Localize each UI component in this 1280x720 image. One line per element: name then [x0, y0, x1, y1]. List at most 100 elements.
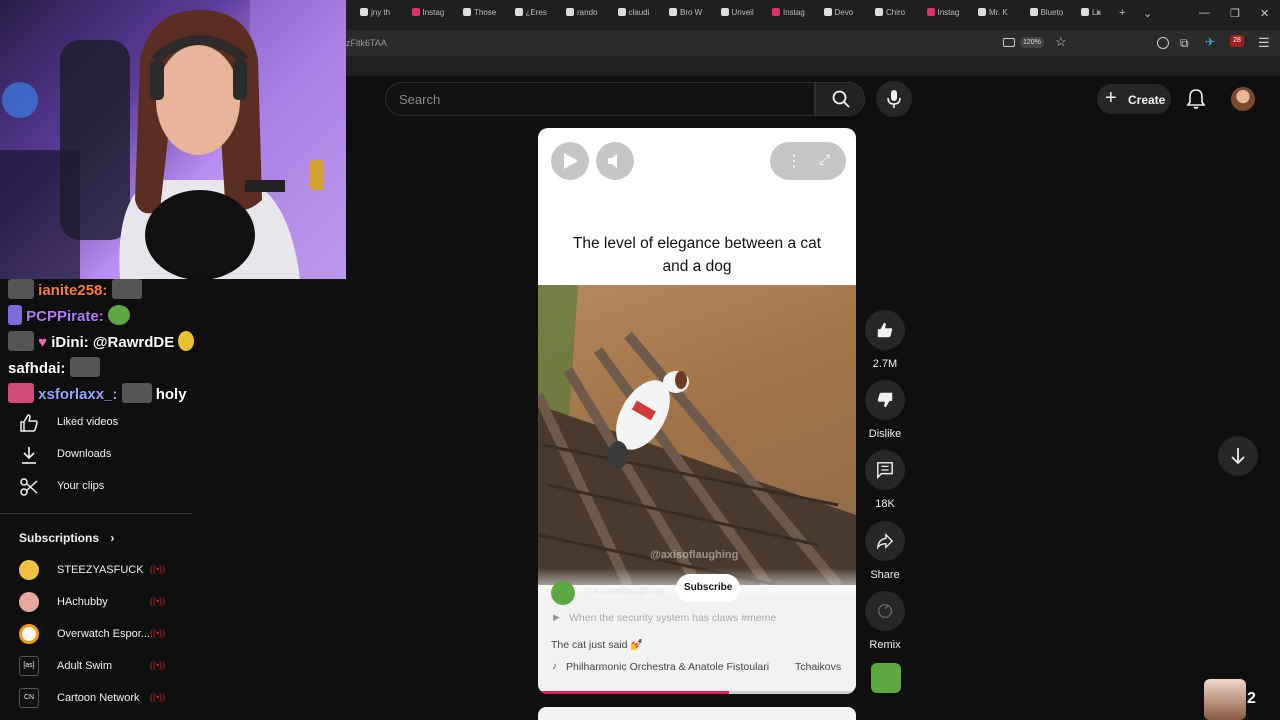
sidebar-item-your-clips[interactable]: Your clips [0, 470, 190, 502]
chat-username: PCPPirate: [26, 308, 104, 325]
menu-icon[interactable]: ☰ [1258, 35, 1270, 51]
browser-tab[interactable]: Those [463, 8, 509, 22]
browser-tab-label: Chiro [886, 8, 906, 17]
subscription-item[interactable]: CN Cartoon Network ((•)) [0, 682, 190, 714]
profile-icon[interactable] [1157, 37, 1169, 49]
more-options-icon[interactable]: ⋮ [786, 151, 802, 171]
live-icon: ((•)) [150, 660, 166, 670]
bookmark-star-icon[interactable]: ☆ [1055, 34, 1067, 50]
tab-list-icon[interactable]: ⌄ [1143, 7, 1152, 20]
share-icon [876, 533, 894, 550]
related-video-title[interactable]: When the security system has claws #meme [569, 612, 776, 624]
channel-avatar [19, 592, 39, 612]
extension-badge-icon[interactable]: 28 [1230, 35, 1244, 47]
voice-search-button[interactable] [876, 81, 912, 117]
search-button[interactable] [815, 82, 865, 116]
share-action[interactable]: Share [864, 521, 906, 581]
browser-tab-bar: jny th Instag Those ¿Eres rando claudi Bro W Un… [346, 0, 1280, 30]
subscribe-button[interactable]: Subscribe [676, 574, 741, 602]
webcam-image [0, 0, 346, 279]
browser-tab[interactable]: Instag [772, 8, 818, 22]
comments-button[interactable] [865, 450, 905, 490]
sound-avatar[interactable] [871, 663, 901, 693]
subscription-item[interactable]: HAchubby ((•)) [0, 586, 190, 618]
next-short-card[interactable] [538, 707, 856, 720]
chat-message: safhdai: [8, 357, 100, 377]
sidebar-divider [0, 513, 192, 514]
dislike-button[interactable] [865, 380, 905, 420]
remix-action[interactable]: Remix [864, 591, 906, 651]
browser-tab[interactable]: Bro W [669, 8, 715, 22]
share-button[interactable] [865, 521, 905, 561]
tab-scroll-right-icon[interactable]: › [1096, 7, 1100, 19]
dislike-action[interactable]: Dislike [864, 380, 906, 440]
minimize-icon[interactable]: — [1199, 7, 1210, 19]
like-action[interactable]: 2.7M [864, 310, 906, 370]
browser-tab[interactable]: Unveil [720, 8, 767, 22]
subscription-label: Adult Swim [57, 660, 113, 672]
subscription-label: STEEZYASFUCK [57, 564, 144, 576]
subscription-item[interactable]: STEEZYASFUCK ((•)) [0, 554, 190, 586]
channel-avatar[interactable] [551, 581, 575, 605]
browser-tab-label: Instag [937, 8, 960, 17]
extensions-icon[interactable]: ⧉ [1180, 36, 1189, 51]
sidebar-item-liked-videos[interactable]: Liked videos [0, 406, 190, 438]
bookmarks-bar [346, 56, 1280, 76]
zoom-badge[interactable]: 120% [1020, 37, 1044, 48]
emote-icon [178, 331, 195, 351]
share-label: Share [870, 569, 900, 581]
next-short-button[interactable] [1218, 436, 1258, 476]
video-frame[interactable]: @axisoflaughing [538, 285, 856, 585]
sidebar-item-label: Your clips [57, 480, 105, 492]
sidebar-item-downloads[interactable]: Downloads [0, 438, 190, 470]
subscriptions-header[interactable]: Subscriptions › [19, 531, 114, 545]
related-play-icon: ▶ [553, 612, 560, 622]
music-artist[interactable]: Philharmonic Orchestra & Anatole Fistoul… [566, 661, 769, 673]
subscription-item[interactable]: [as] Adult Swim ((•)) [0, 650, 190, 682]
extension-icon[interactable]: ✈ [1205, 35, 1215, 49]
short-video-card[interactable]: ⋮ ⤢ The level of elegance between a cat … [538, 128, 856, 694]
notifications-bell-icon[interactable] [1186, 88, 1206, 110]
short-info-panel: @Axisoflaughing Subscribe ▶ When the sec… [538, 568, 856, 694]
url-text[interactable]: zFltk6TAA [346, 38, 387, 48]
install-icon[interactable] [1003, 38, 1015, 47]
channel-handle[interactable]: @Axisoflaughing [582, 586, 664, 597]
fullscreen-icon[interactable]: ⤢ [819, 151, 830, 168]
search-input[interactable]: Search [385, 82, 815, 116]
browser-tab[interactable]: Devo [823, 8, 870, 22]
browser-tab-label: Unveil [731, 8, 754, 17]
account-avatar[interactable] [1231, 87, 1255, 111]
browser-tab[interactable]: Mr. K [978, 8, 1024, 22]
music-composer[interactable]: Tchaikovs [795, 661, 841, 673]
video-progress-bar[interactable] [538, 691, 856, 694]
browser-tab[interactable]: jny th [360, 8, 406, 22]
browser-tab[interactable]: rando [566, 8, 612, 22]
browser-tab[interactable]: claudi [617, 8, 664, 22]
tiktok-icon [669, 8, 677, 16]
browser-tab[interactable]: Blueto [1029, 8, 1076, 22]
chat-username: iDini: [51, 334, 89, 351]
browser-tab[interactable]: Instag [926, 8, 973, 22]
like-button[interactable] [865, 310, 905, 350]
live-icon: ((•)) [150, 692, 166, 702]
play-button[interactable] [551, 142, 589, 180]
restore-icon[interactable]: ❐ [1230, 7, 1240, 20]
browser-tab[interactable]: Instag [411, 8, 458, 22]
browser-tab-label: Instag [783, 8, 805, 17]
volume-button[interactable] [596, 142, 634, 180]
close-window-icon[interactable]: ✕ [1260, 7, 1269, 20]
new-tab-icon[interactable]: + [1119, 7, 1125, 19]
comments-action[interactable]: 18K [864, 450, 906, 510]
browser-tab[interactable]: ¿Eres [514, 8, 561, 22]
create-button[interactable]: + Create [1097, 84, 1171, 114]
emote-icon [111, 279, 142, 299]
channel-avatar [19, 624, 39, 644]
subscription-item[interactable]: Overwatch Espor... ((•)) [0, 618, 190, 650]
browser-tab-label: claudi [628, 8, 650, 17]
subscription-label: HAchubby [57, 596, 108, 608]
subscription-label: Cartoon Network [57, 692, 140, 704]
chat-text: holy [155, 386, 187, 403]
badge-icon [8, 383, 34, 403]
remix-button[interactable] [865, 591, 905, 631]
browser-tab[interactable]: Chiro [875, 8, 921, 22]
